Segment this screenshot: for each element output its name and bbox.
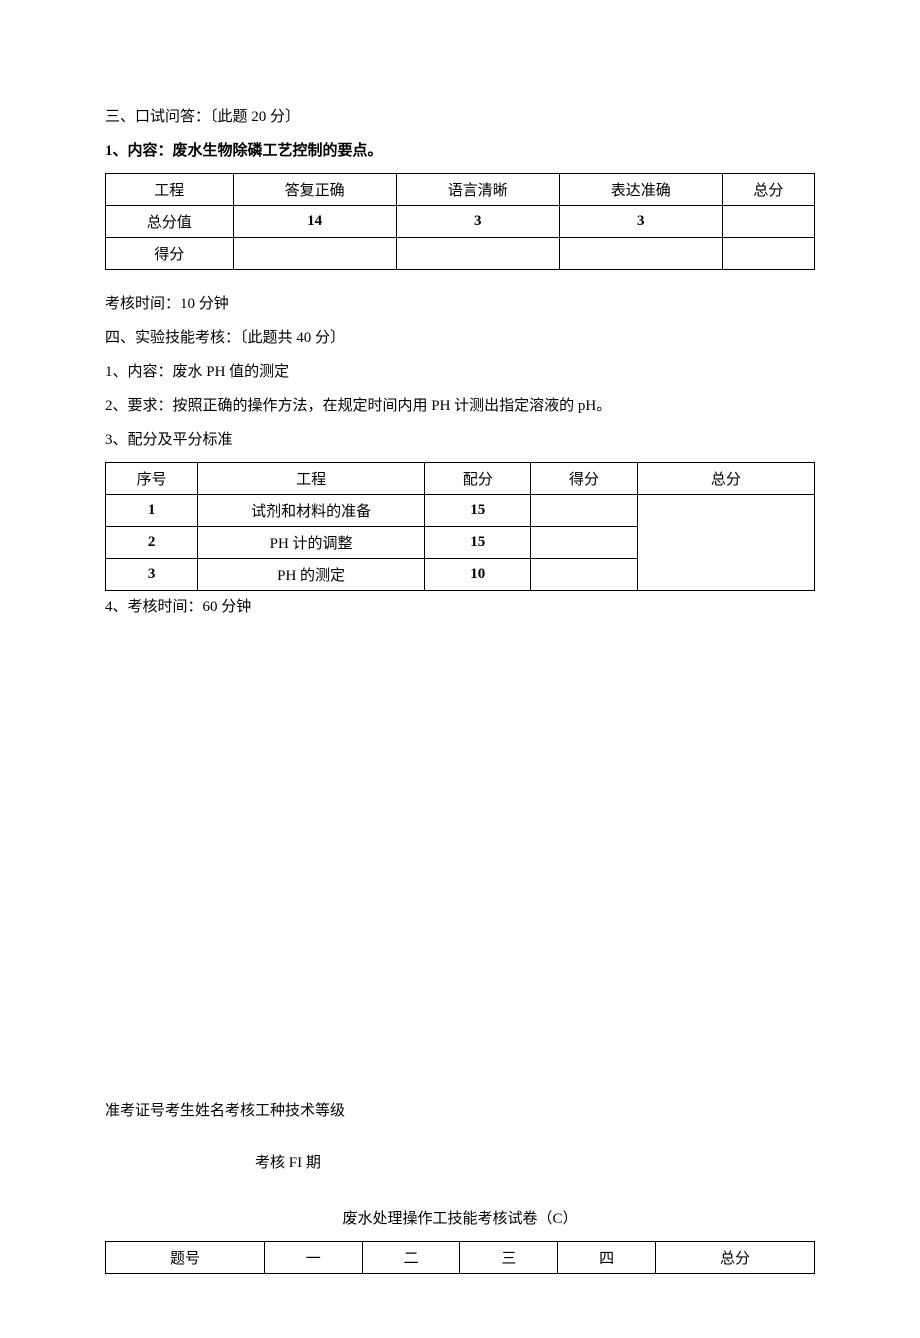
- th-score: 得分: [531, 463, 637, 495]
- section3-content: 1、内容：废水生物除磷工艺控制的要点。: [105, 139, 815, 163]
- table-row: 题号 一 二 三 四 总分: [106, 1242, 815, 1274]
- table-row: 工程 答复正确 语言清晰 表达准确 总分: [106, 174, 815, 206]
- cell-project: PH 计的调整: [198, 527, 425, 559]
- cell-total-merged: [637, 495, 814, 591]
- section4-line1-text: 1、内容：废水 PH 值的测定: [105, 364, 289, 380]
- cell-total-value-label: 总分值: [106, 206, 234, 238]
- th-language-clear: 语言清晰: [396, 174, 559, 206]
- th-expression-accurate: 表达准确: [559, 174, 722, 206]
- section4-line3: 3、配分及平分标准: [105, 428, 815, 452]
- section4-time-text: 4、考核时间：60 分钟: [105, 599, 251, 615]
- cell-value: [396, 238, 559, 270]
- section3-content-bold: 1、内容：废水生物除磷工艺控制的要点。: [105, 143, 383, 159]
- th-allocation: 配分: [425, 463, 531, 495]
- cell-alloc: 10: [425, 559, 531, 591]
- th-four: 四: [558, 1242, 656, 1274]
- section3-time: 考核时间：10 分钟: [105, 292, 815, 316]
- spacer: [105, 1133, 815, 1151]
- th-total: 总分: [722, 174, 814, 206]
- document-page: 三、口试问答：〔此题 20 分〕 1、内容：废水生物除磷工艺控制的要点。 工程 …: [0, 0, 920, 1338]
- spacer: [105, 1185, 815, 1203]
- oral-exam-score-table: 工程 答复正确 语言清晰 表达准确 总分 总分值 14 3 3 得分: [105, 173, 815, 270]
- section4-line1: 1、内容：废水 PH 值的测定: [105, 360, 815, 384]
- candidate-info-line: 准考证号考生姓名考核工种技术等级: [105, 1099, 815, 1123]
- cell-value: 3: [396, 206, 559, 238]
- th-project: 工程: [198, 463, 425, 495]
- th-total: 总分: [656, 1242, 815, 1274]
- cell-value: 14: [233, 206, 396, 238]
- section4-time: 4、考核时间：60 分钟: [105, 595, 815, 619]
- th-two: 二: [362, 1242, 460, 1274]
- cell-value: [722, 206, 814, 238]
- th-seq: 序号: [106, 463, 198, 495]
- cell-score: [531, 559, 637, 591]
- cell-value: 3: [559, 206, 722, 238]
- cell-value: [722, 238, 814, 270]
- cell-project: PH 的测定: [198, 559, 425, 591]
- table-row: 1 试剂和材料的准备 15: [106, 495, 815, 527]
- cell-seq: 2: [106, 527, 198, 559]
- question-number-table: 题号 一 二 三 四 总分: [105, 1241, 815, 1274]
- table-row: 序号 工程 配分 得分 总分: [106, 463, 815, 495]
- lab-skill-score-table: 序号 工程 配分 得分 总分 1 试剂和材料的准备 15 2 PH 计的调整 1…: [105, 462, 815, 591]
- section3-time-text: 考核时间：10 分钟: [105, 296, 229, 312]
- cell-score: [531, 527, 637, 559]
- spacer-large: [105, 629, 815, 1099]
- section3-heading: 三、口试问答：〔此题 20 分〕: [105, 105, 815, 129]
- section4-line3-text: 3、配分及平分标准: [105, 432, 233, 448]
- table-row: 总分值 14 3 3: [106, 206, 815, 238]
- cell-alloc: 15: [425, 527, 531, 559]
- cell-value: [559, 238, 722, 270]
- th-question-no: 题号: [106, 1242, 265, 1274]
- table-row: 得分: [106, 238, 815, 270]
- cell-project: 试剂和材料的准备: [198, 495, 425, 527]
- cell-value: [233, 238, 396, 270]
- cell-alloc: 15: [425, 495, 531, 527]
- th-three: 三: [460, 1242, 558, 1274]
- section4-line2-text: 2、要求：按照正确的操作方法，在规定时间内用 PH 计测出指定溶液的 pH。: [105, 398, 611, 414]
- cell-seq: 3: [106, 559, 198, 591]
- cell-score-label: 得分: [106, 238, 234, 270]
- section4-line2: 2、要求：按照正确的操作方法，在规定时间内用 PH 计测出指定溶液的 pH。: [105, 394, 815, 418]
- th-total: 总分: [637, 463, 814, 495]
- exam-date-line: 考核 FI 期: [105, 1151, 815, 1175]
- cell-seq: 1: [106, 495, 198, 527]
- spacer: [105, 274, 815, 292]
- cell-score: [531, 495, 637, 527]
- th-project: 工程: [106, 174, 234, 206]
- section4-heading: 四、实验技能考核：〔此题共 40 分〕: [105, 326, 815, 350]
- th-one: 一: [264, 1242, 362, 1274]
- th-answer-correct: 答复正确: [233, 174, 396, 206]
- paper-c-title: 废水处理操作工技能考核试卷（C）: [105, 1207, 815, 1231]
